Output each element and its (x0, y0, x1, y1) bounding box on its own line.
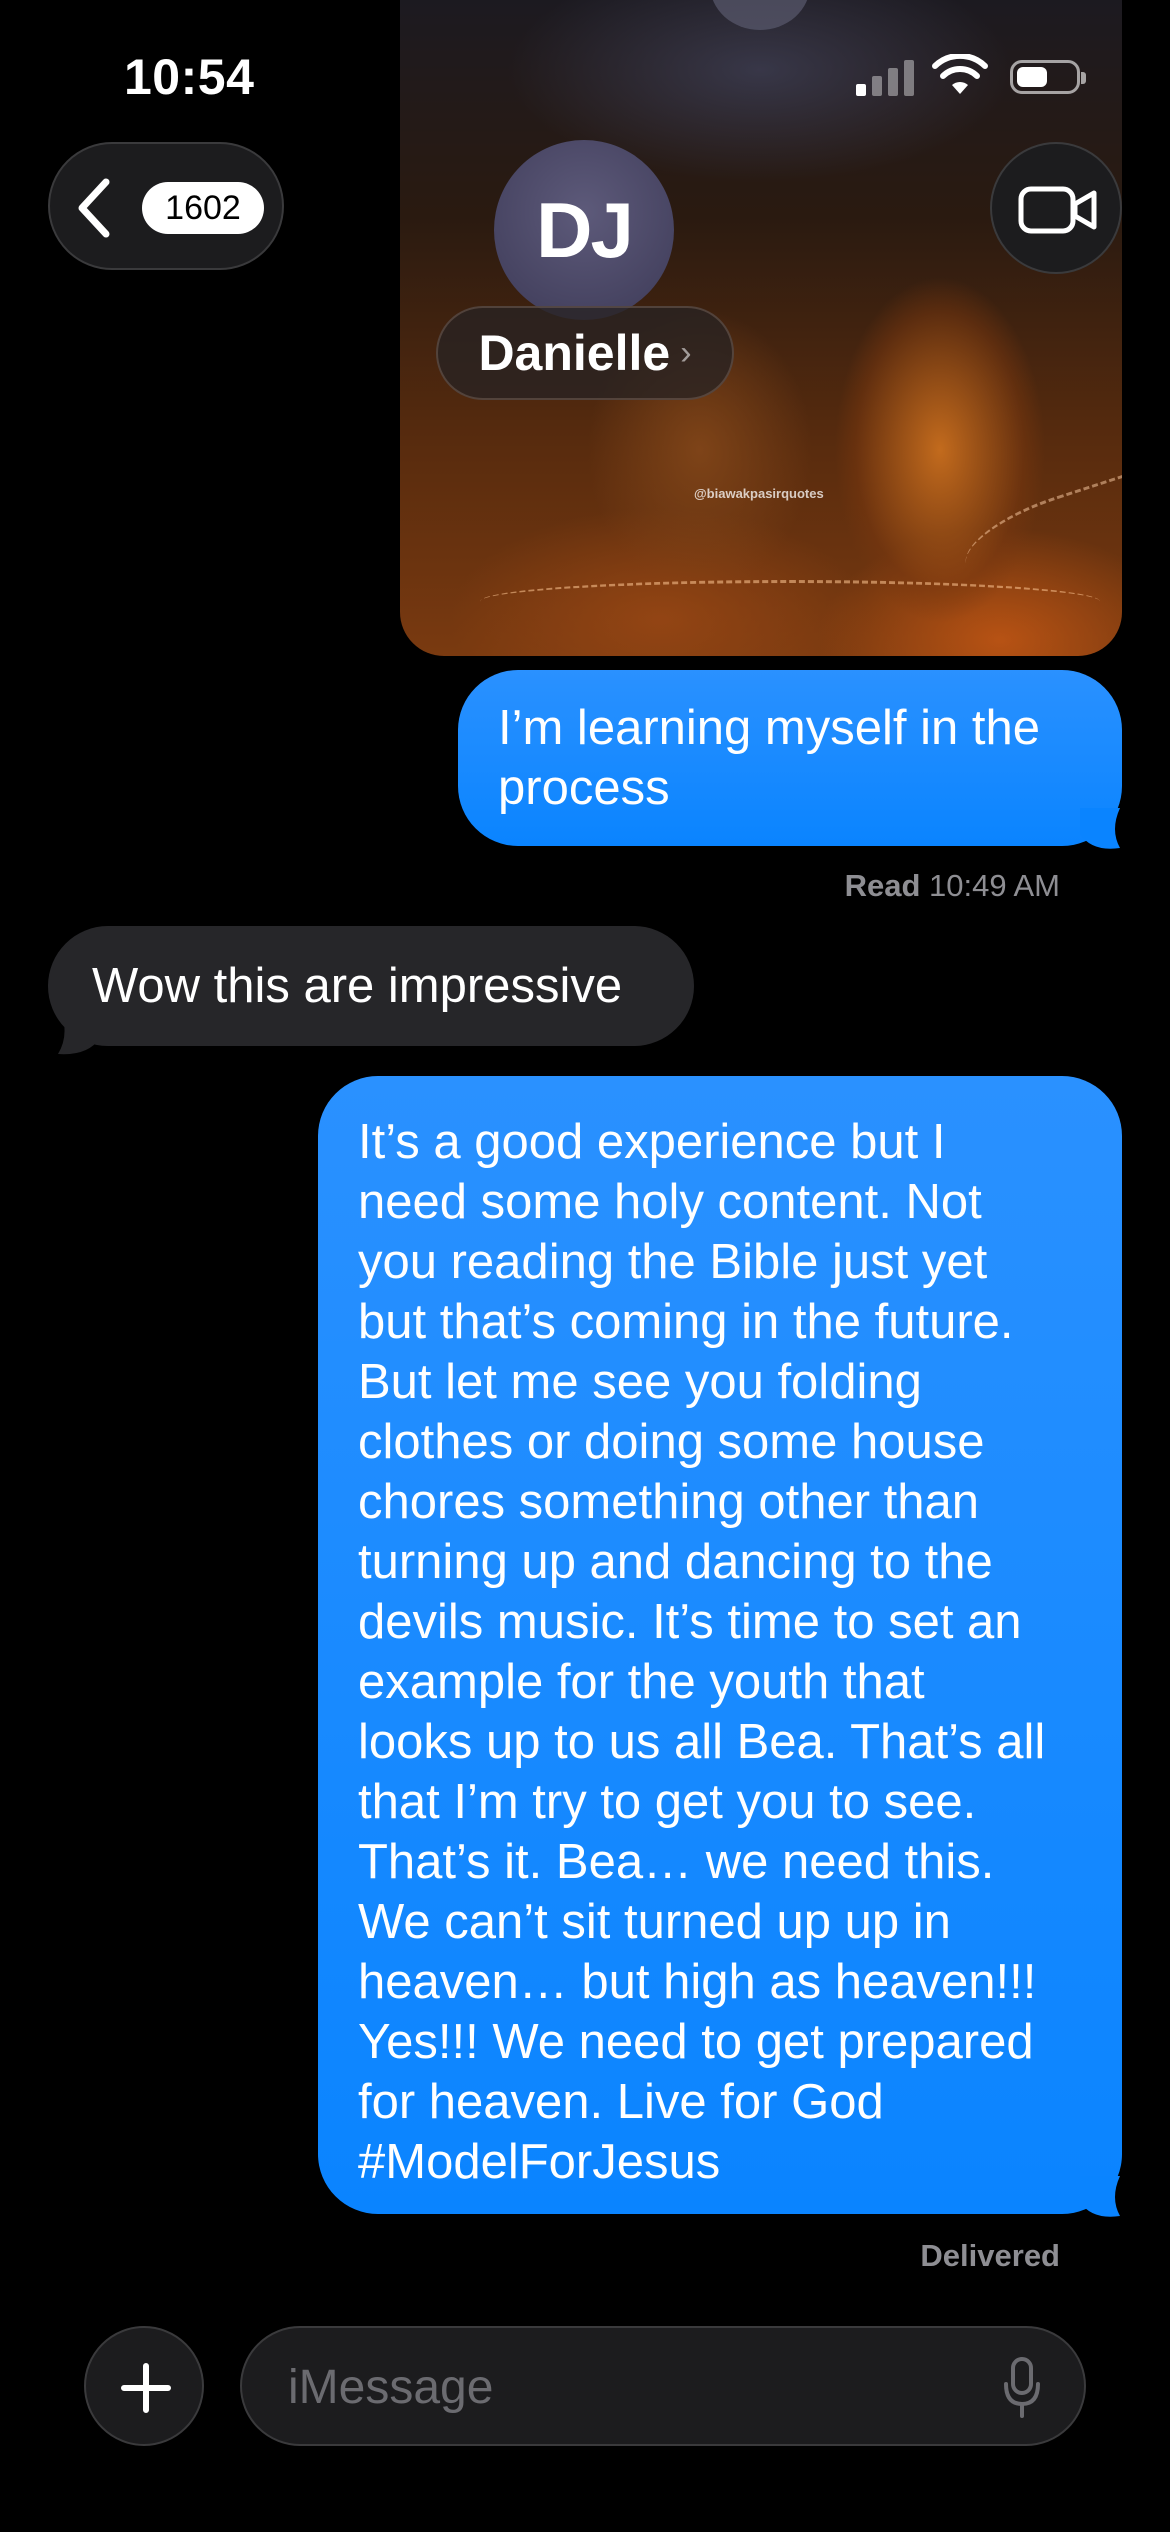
contact-name-button[interactable]: Danielle › (436, 306, 734, 400)
message-input-placeholder: iMessage (288, 2361, 494, 2414)
bubble-tail (1080, 2176, 1120, 2217)
wifi-icon (932, 54, 988, 94)
message-text-line: process (498, 761, 670, 815)
message-text-line: that I’m try to get you to see. (358, 1775, 977, 1829)
message-text-line: devils music. It’s time to set an (358, 1595, 1022, 1649)
message-text-line: you reading the Bible just yet (358, 1235, 988, 1289)
message-text-line: example for the youth that (358, 1655, 925, 1709)
message-text-line: need some holy content. Not (358, 1175, 982, 1229)
bubble-tail (1080, 808, 1120, 849)
message-text-line: chores something other than (358, 1475, 980, 1529)
video-call-button[interactable] (990, 142, 1122, 274)
message-text-line: clothes or doing some house (358, 1415, 985, 1469)
message-text-line: turning up and dancing to the (358, 1535, 993, 1589)
unread-count-badge: 1602 (142, 182, 264, 234)
image-watermark: @biawakpasirquotes (694, 486, 824, 501)
plus-icon (121, 2363, 171, 2413)
message-text: Wow this are impressive (92, 959, 623, 1013)
delivered-status: Delivered (920, 2238, 1060, 2273)
contact-name: Danielle (478, 325, 671, 381)
message-bubble-outgoing[interactable]: I’m learning myself in the process (458, 670, 1122, 846)
add-attachment-button[interactable] (84, 2326, 204, 2446)
chevron-right-icon: › (680, 333, 692, 372)
microphone-icon[interactable] (1002, 2356, 1042, 2420)
read-label: Read (844, 868, 921, 903)
video-camera-icon (1018, 186, 1097, 234)
battery-icon (1010, 60, 1086, 94)
message-text-line: for heaven. Live for God (358, 2075, 884, 2129)
message-text-line: That’s it. Bea… we need this. (358, 1835, 995, 1889)
bubble-tail (58, 1010, 100, 1055)
message-input[interactable]: iMessage (240, 2326, 1086, 2446)
message-text-line: But let me see you folding (358, 1355, 922, 1409)
message-bubble-incoming[interactable]: Wow this are impressive (48, 926, 694, 1046)
signal-icon (856, 56, 914, 96)
status-time: 10:54 (124, 49, 255, 105)
back-chevron-icon (78, 178, 110, 238)
message-text-line: but that’s coming in the future. (358, 1295, 1014, 1349)
image-detail (480, 580, 1100, 623)
back-button[interactable]: 1602 (48, 142, 284, 270)
message-text-line: I’m learning myself in the (498, 701, 1040, 755)
message-text-line: We can’t sit turned up up in (358, 1895, 951, 1949)
message-text-line: #ModelForJesus (358, 2135, 721, 2189)
message-text-line: It’s a good experience but I (358, 1115, 946, 1169)
read-receipt: Read 10:49 AM (845, 868, 1060, 904)
contact-avatar[interactable]: DJ (494, 140, 674, 320)
image-detail (954, 473, 1122, 590)
image-detail (710, 0, 810, 30)
message-text-line: looks up to us all Bea. That’s all (358, 1715, 1046, 1769)
message-text-line: Yes!!! We need to get prepared (358, 2015, 1034, 2069)
message-text-line: heaven… but high as heaven!!! (358, 1955, 1037, 2009)
message-bubble-outgoing[interactable]: It’s a good experience but I need some h… (318, 1076, 1122, 2214)
read-time: 10:49 AM (929, 868, 1060, 903)
